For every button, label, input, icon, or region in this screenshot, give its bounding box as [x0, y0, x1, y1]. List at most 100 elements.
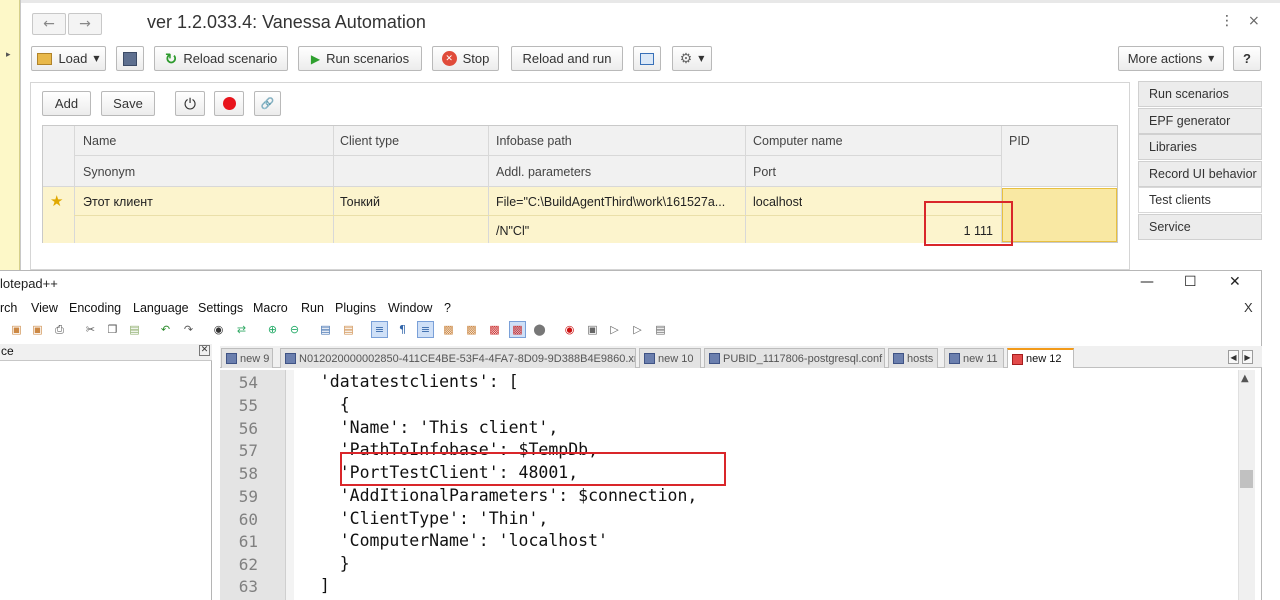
cell-infobase-path[interactable]: File="C:\BuildAgentThird\work\161527a...: [496, 195, 746, 209]
paste-icon[interactable]: ▤: [126, 321, 143, 338]
stop-macro-icon[interactable]: ▣: [584, 321, 601, 338]
window-menu-icon[interactable]: ⋮: [1220, 13, 1234, 29]
code-line[interactable]: }: [300, 554, 350, 573]
reload-and-run-button[interactable]: Reload and run: [511, 46, 623, 71]
settings-dropdown-button[interactable]: ⚙ ▼: [672, 46, 712, 71]
cell-computer-name[interactable]: localhost: [753, 195, 802, 209]
code-line[interactable]: 'Name': 'This client',: [300, 418, 559, 437]
print-icon[interactable]: ⎙: [51, 321, 68, 338]
close-document-icon[interactable]: X: [1244, 300, 1253, 315]
code-line[interactable]: 'ClientType': 'Thin',: [300, 509, 549, 528]
scrollbar-thumb[interactable]: [1240, 470, 1253, 488]
pid-cell-selected[interactable]: [1002, 188, 1117, 242]
scroll-up-icon[interactable]: ▲: [1241, 373, 1249, 384]
file-tab-new-9[interactable]: new 9: [221, 348, 273, 368]
header-pid[interactable]: PID: [1009, 134, 1030, 148]
close-icon[interactable]: ✕: [1229, 274, 1241, 290]
header-addl-parameters[interactable]: Addl. parameters: [496, 165, 591, 179]
header-infobase-path[interactable]: Infobase path: [496, 134, 572, 148]
tab-scroll-left-icon[interactable]: ◀: [1228, 350, 1239, 364]
indent-guide-icon[interactable]: ≡: [417, 321, 434, 338]
menu-encoding[interactable]: Encoding: [69, 301, 121, 315]
header-name[interactable]: Name: [83, 134, 116, 148]
zoom-out-icon[interactable]: ⊖: [286, 321, 303, 338]
record-macro-icon[interactable]: ◉: [561, 321, 578, 338]
stop-button[interactable]: ✕ Stop: [432, 46, 499, 71]
help-button[interactable]: ?: [1233, 46, 1261, 71]
panel-close-icon[interactable]: ✕: [199, 345, 210, 356]
code-line[interactable]: 'datatestclients': [: [300, 372, 519, 391]
code-line[interactable]: {: [300, 395, 350, 414]
maximize-icon[interactable]: ☐: [1184, 274, 1197, 290]
header-computer-name[interactable]: Computer name: [753, 134, 843, 148]
header-client-type[interactable]: Client type: [340, 134, 399, 148]
replace-icon[interactable]: ⇄: [233, 321, 250, 338]
word-wrap-icon[interactable]: ≡: [371, 321, 388, 338]
window-close-icon[interactable]: ×: [1248, 13, 1260, 29]
function-list-icon[interactable]: ▩: [463, 321, 480, 338]
side-tab-run-scenarios[interactable]: Run scenarios: [1138, 81, 1262, 107]
side-tab-record-ui-behavior[interactable]: Record UI behavior: [1138, 161, 1262, 187]
code-line[interactable]: 'AddItionalParameters': $connection,: [300, 486, 698, 505]
minimize-icon[interactable]: —: [1140, 274, 1154, 290]
run-macro-multiple-icon[interactable]: ▷: [629, 321, 646, 338]
save-macro-icon[interactable]: ▤: [652, 321, 669, 338]
link-button[interactable]: 🔗: [254, 91, 281, 116]
side-tab-libraries[interactable]: Libraries: [1138, 134, 1262, 160]
menu-language[interactable]: Language: [133, 301, 189, 315]
find-icon[interactable]: ◉: [210, 321, 227, 338]
side-tab-test-clients[interactable]: Test clients: [1138, 187, 1262, 213]
redo-icon[interactable]: ↷: [180, 321, 197, 338]
folder-as-workspace-icon[interactable]: ▩: [486, 321, 503, 338]
load-button[interactable]: Load ▼: [31, 46, 106, 71]
cell-name[interactable]: Этот клиент: [83, 195, 153, 209]
copy-icon[interactable]: ❐: [104, 321, 121, 338]
menu-view[interactable]: View: [31, 301, 58, 315]
doc-map-icon[interactable]: ▩: [440, 321, 457, 338]
cut-icon[interactable]: ✂: [82, 321, 99, 338]
forward-button[interactable]: →: [68, 13, 102, 35]
file-tab-new-11[interactable]: new 11: [944, 348, 1004, 368]
cell-client-type[interactable]: Тонкий: [340, 195, 380, 209]
cell-addl-parameters[interactable]: /N"Cl": [496, 224, 529, 238]
sync-vertical-icon[interactable]: ▤: [317, 321, 334, 338]
doc-list-icon[interactable]: ▩: [509, 321, 526, 338]
close-all-icon[interactable]: ▣: [29, 321, 46, 338]
menu-help[interactable]: ?: [444, 301, 451, 315]
star-icon[interactable]: ★: [50, 192, 63, 210]
header-port[interactable]: Port: [753, 165, 776, 179]
menu-search[interactable]: rch: [0, 301, 17, 315]
menu-settings[interactable]: Settings: [198, 301, 243, 315]
file-tab-xml[interactable]: N012020000002850-411CE4BE-53F4-4FA7-8D09…: [280, 348, 636, 368]
save-button[interactable]: Save: [101, 91, 155, 116]
code-line[interactable]: ]: [300, 576, 330, 595]
menu-window[interactable]: Window: [388, 301, 432, 315]
file-tab-postgresql-conf[interactable]: PUBID_1117806-postgresql.conf: [704, 348, 885, 368]
menu-macro[interactable]: Macro: [253, 301, 288, 315]
tab-scroll-right-icon[interactable]: ▶: [1242, 350, 1253, 364]
close-file-icon[interactable]: ▣: [8, 321, 25, 338]
sync-horizontal-icon[interactable]: ▤: [340, 321, 357, 338]
power-button[interactable]: ⏻: [175, 91, 205, 116]
run-scenarios-button[interactable]: ▶ Run scenarios: [298, 46, 422, 71]
more-actions-button[interactable]: More actions ▼: [1118, 46, 1224, 71]
side-tab-service[interactable]: Service: [1138, 214, 1262, 240]
menu-plugins[interactable]: Plugins: [335, 301, 376, 315]
file-tab-new-12[interactable]: new 12: [1007, 348, 1074, 368]
reload-scenario-button[interactable]: ↻ Reload scenario: [154, 46, 288, 71]
file-tab-new-10[interactable]: new 10: [639, 348, 701, 368]
side-tab-epf-generator[interactable]: EPF generator: [1138, 108, 1262, 134]
back-button[interactable]: ←: [32, 13, 66, 35]
save-file-button[interactable]: [116, 46, 144, 71]
monitoring-icon[interactable]: ⬤: [531, 321, 548, 338]
record-button[interactable]: [214, 91, 244, 116]
zoom-in-icon[interactable]: ⊕: [264, 321, 281, 338]
header-synonym[interactable]: Synonym: [83, 165, 135, 179]
undo-icon[interactable]: ↶: [157, 321, 174, 338]
add-button[interactable]: Add: [42, 91, 91, 116]
show-all-chars-icon[interactable]: ¶: [394, 321, 411, 338]
code-line[interactable]: 'ComputerName': 'localhost': [300, 531, 608, 550]
play-macro-icon[interactable]: ▷: [606, 321, 623, 338]
file-tab-hosts[interactable]: hosts: [888, 348, 938, 368]
menu-run[interactable]: Run: [301, 301, 324, 315]
